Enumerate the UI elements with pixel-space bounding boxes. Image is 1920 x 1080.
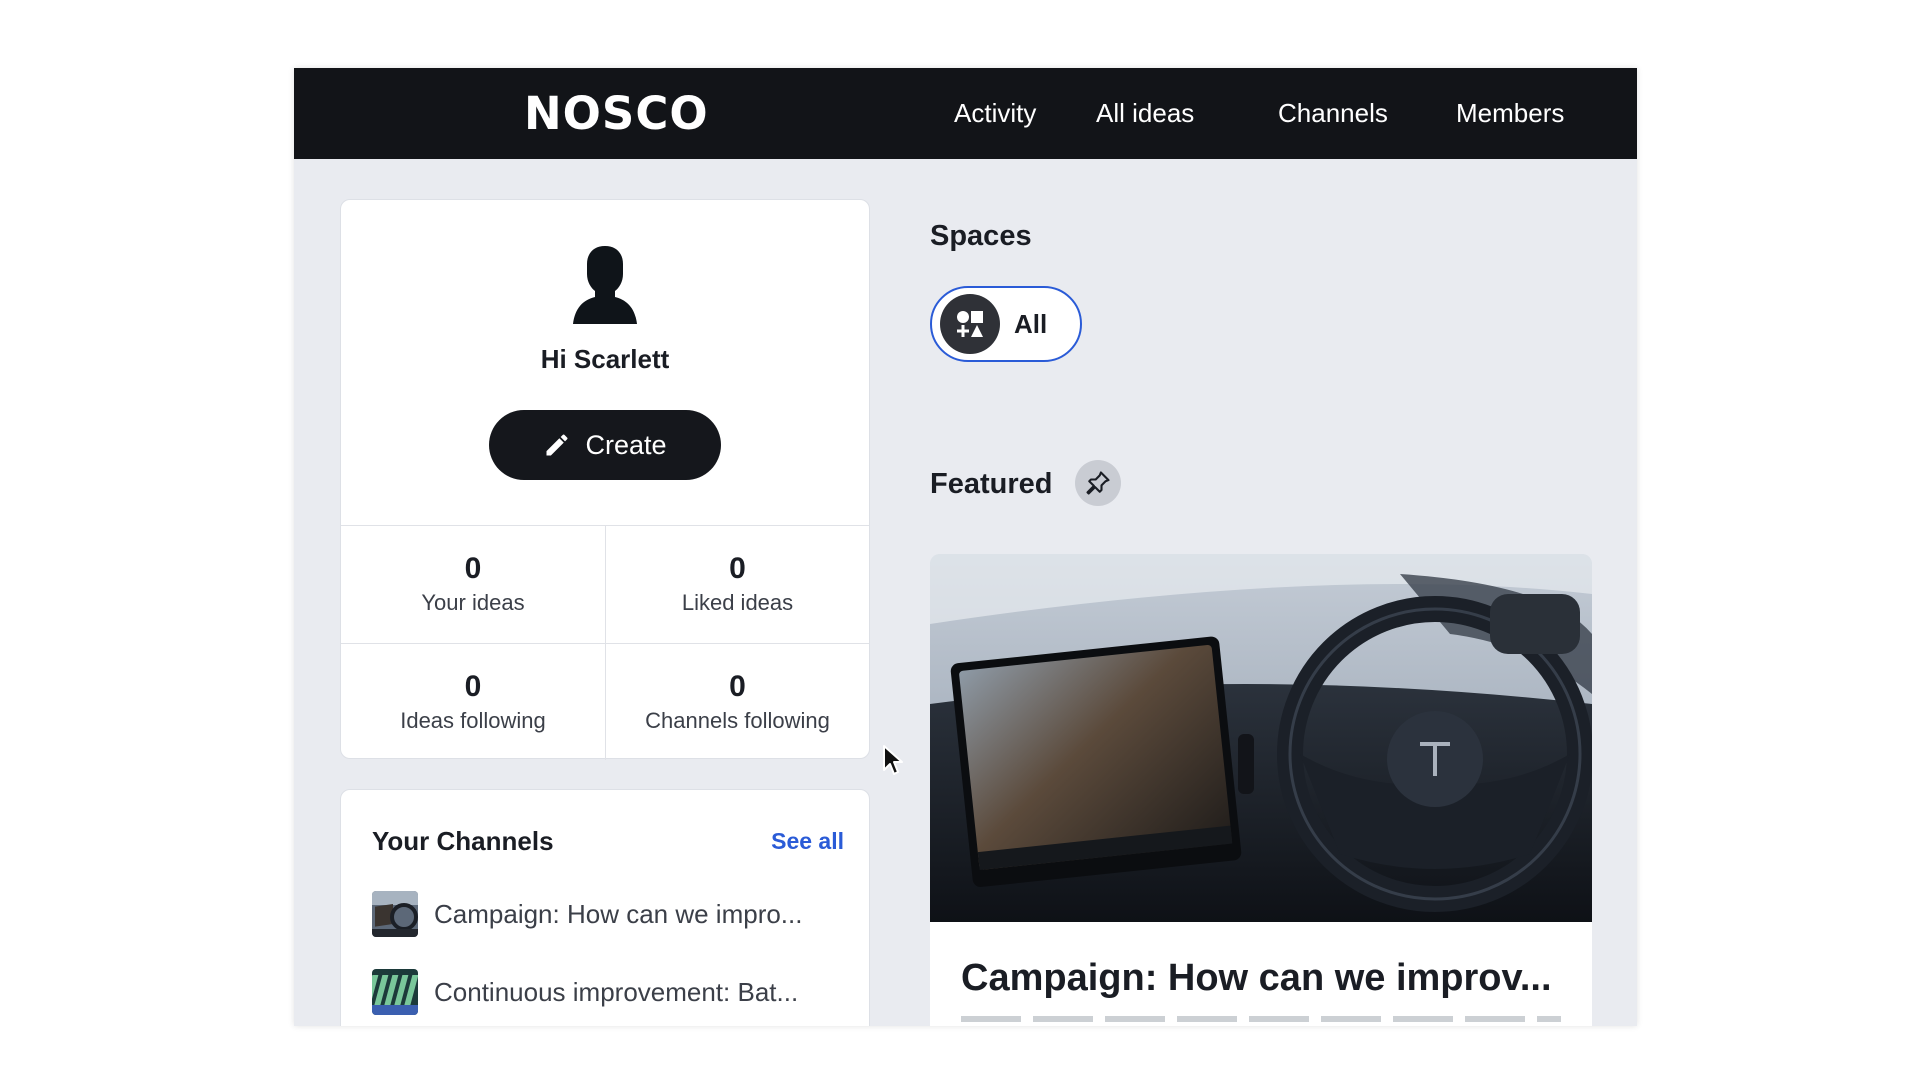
stat-your-ideas[interactable]: 0 Your ideas (341, 526, 605, 643)
nav-channels[interactable]: Channels (1278, 98, 1388, 129)
greeting: Hi Scarlett (540, 344, 670, 374)
profile-card: Hi Scarlett Create 0 Your ideas 0 Liked … (340, 199, 870, 760)
channel-item[interactable]: Continuous improvement: Bat... (372, 969, 798, 1015)
stat-value: 0 (729, 552, 746, 585)
stats-grid: 0 Your ideas 0 Liked ideas 0 Ideas follo… (341, 525, 869, 760)
car-interior-thumbnail-icon (372, 891, 418, 937)
channel-label: Continuous improvement: Bat... (434, 976, 799, 1007)
featured-card[interactable]: Campaign: How can we improv... (930, 554, 1592, 1026)
featured-car-interior-image (930, 554, 1592, 922)
pin-icon[interactable] (1075, 460, 1121, 506)
see-all-link[interactable]: See all (771, 828, 844, 855)
top-nav: NOSCO Activity All ideas Channels Member… (294, 68, 1637, 159)
user-avatar-icon (573, 246, 637, 324)
stat-value: 0 (729, 670, 746, 703)
featured-card-title: Campaign: How can we improv... (961, 957, 1552, 999)
app-window: NOSCO Activity All ideas Channels Member… (294, 68, 1637, 1026)
spaces-title: Spaces (930, 220, 1032, 252)
channels-title: Your Channels (372, 826, 554, 856)
pencil-icon (546, 434, 568, 456)
space-all-label: All (1014, 308, 1048, 339)
nav-all-ideas[interactable]: All ideas (1096, 98, 1194, 129)
stat-liked-ideas[interactable]: 0 Liked ideas (605, 526, 869, 643)
create-button[interactable]: Create (489, 410, 721, 480)
stat-value: 0 (464, 670, 482, 703)
featured-card-subtitle-cut (961, 1016, 1561, 1022)
stat-label: Your ideas (421, 590, 525, 615)
stat-channels-following[interactable]: 0 Channels following (605, 643, 869, 760)
shapes-icon (940, 294, 1000, 354)
stat-label: Liked ideas (681, 590, 794, 615)
stat-ideas-following[interactable]: 0 Ideas following (341, 643, 605, 760)
stat-value: 0 (464, 552, 482, 585)
stat-label: Ideas following (400, 708, 546, 733)
channels-card: Your Channels See all Campaign: How can … (340, 789, 870, 1026)
channel-item[interactable]: Campaign: How can we impro... (372, 891, 802, 937)
mouse-cursor-icon (883, 745, 903, 775)
featured-title: Featured (930, 468, 1053, 500)
space-all-button[interactable]: All (930, 286, 1082, 362)
nav-members[interactable]: Members (1456, 98, 1564, 129)
logo[interactable]: NOSCO (524, 87, 709, 140)
create-label: Create (585, 429, 667, 460)
nav-activity[interactable]: Activity (954, 98, 1036, 129)
channel-label: Campaign: How can we impro... (434, 898, 803, 929)
battery-cells-thumbnail-icon (372, 969, 418, 1015)
stat-label: Channels following (645, 708, 830, 733)
